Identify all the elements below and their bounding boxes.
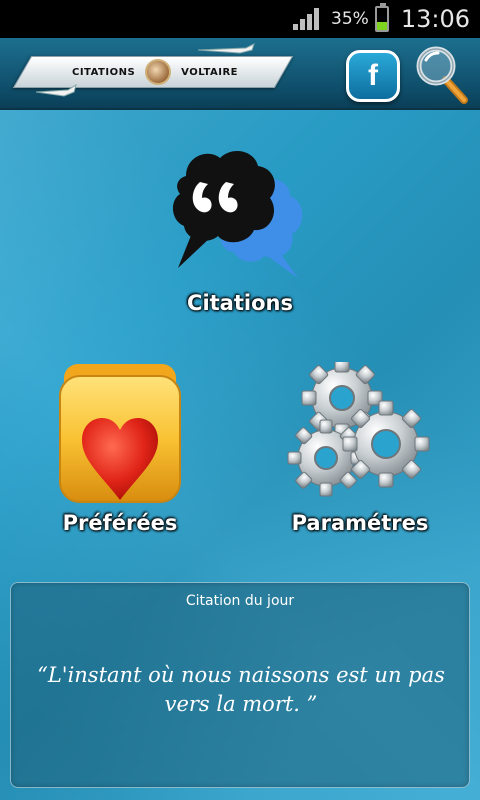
clock: 13:06 — [400, 5, 470, 33]
app-logo: CITATIONS VOLTAIRE — [40, 56, 270, 88]
citations-label: Citations — [187, 291, 293, 315]
magnifier-icon — [416, 46, 468, 104]
citations-button[interactable]: Citations — [160, 142, 320, 315]
settings-button[interactable]: Paramétres — [280, 357, 440, 535]
quote-bubbles-icon — [172, 151, 303, 278]
gears-icon — [287, 357, 430, 497]
quote-of-day-text[interactable]: “L'instant où nous naissons est un pas v… — [25, 661, 457, 719]
battery-icon — [374, 3, 389, 32]
signal-icon — [293, 8, 320, 30]
favorites-button[interactable]: Préférées — [40, 362, 200, 535]
facebook-button[interactable]: f — [346, 50, 400, 102]
search-button[interactable] — [414, 44, 470, 106]
heart-folder-icon — [59, 364, 181, 503]
app-header: CITATIONS VOLTAIRE — [0, 38, 480, 110]
quote-of-day-panel: Citation du jour “L'instant où nous nais… — [10, 582, 470, 788]
settings-label: Paramétres — [291, 511, 429, 535]
facebook-icon: f — [368, 59, 378, 92]
quote-of-day-title: Citation du jour — [185, 593, 295, 609]
battery-percent: 35% — [331, 9, 369, 29]
plane-icon — [197, 43, 255, 54]
logo-title-right: VOLTAIRE — [181, 66, 238, 78]
voltaire-portrait — [145, 59, 172, 85]
favorites-label: Préférées — [62, 511, 178, 535]
logo-title-left: CITATIONS — [71, 66, 136, 78]
status-bar: 35% 13:06 — [0, 0, 480, 38]
